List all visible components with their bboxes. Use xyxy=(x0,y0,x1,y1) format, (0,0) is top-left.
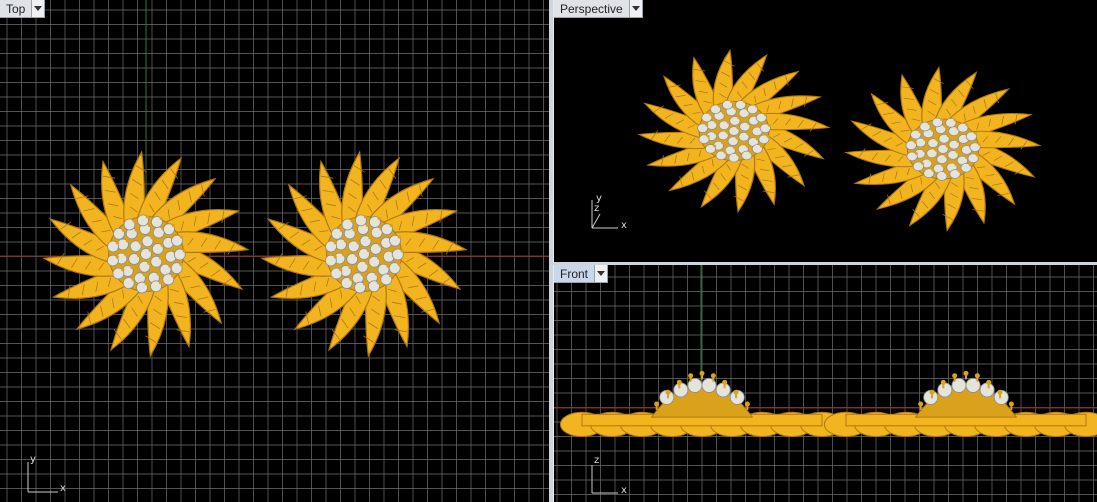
viewport-perspective[interactable]: Perspective y z x xyxy=(553,0,1097,262)
sunflower-earring-right xyxy=(844,66,1042,232)
gem xyxy=(937,382,953,398)
sunflower-earring-right xyxy=(260,150,468,358)
gem xyxy=(673,382,689,398)
axis-label-x: x xyxy=(60,483,66,494)
sunflower-earring-right-side xyxy=(823,370,1097,437)
axis-label-x: x xyxy=(621,485,627,496)
viewport-front[interactable]: Front z x xyxy=(553,265,1097,502)
viewport-top[interactable]: Top y x xyxy=(0,0,549,502)
gem xyxy=(979,382,995,398)
axis-widget-icon xyxy=(591,465,618,494)
sunflower-earring-left xyxy=(637,48,831,214)
axis-label-y: y xyxy=(30,454,36,465)
axis-widget-icon xyxy=(27,462,58,493)
perspective-view-canvas[interactable] xyxy=(554,0,1097,262)
grid xyxy=(554,265,1097,502)
viewport-tab-perspective[interactable]: Perspective xyxy=(554,0,643,18)
grid xyxy=(0,0,549,502)
top-view-canvas[interactable] xyxy=(0,0,549,502)
viewport-tab-front[interactable]: Front xyxy=(554,265,609,283)
chevron-down-icon[interactable] xyxy=(594,265,608,282)
viewport-tab-label[interactable]: Top xyxy=(0,0,31,17)
axis-label-z: z xyxy=(594,455,600,466)
viewport-tab-label[interactable]: Perspective xyxy=(554,0,629,17)
viewport-tab-label[interactable]: Front xyxy=(554,265,594,282)
gem xyxy=(715,382,731,398)
front-view-canvas[interactable] xyxy=(554,265,1097,502)
viewport-tab-top[interactable]: Top xyxy=(0,0,46,18)
axis-label-x: x xyxy=(621,220,627,231)
chevron-down-icon[interactable] xyxy=(628,0,642,17)
chevron-down-icon[interactable] xyxy=(31,0,45,17)
axis-label-z: z xyxy=(594,203,600,214)
